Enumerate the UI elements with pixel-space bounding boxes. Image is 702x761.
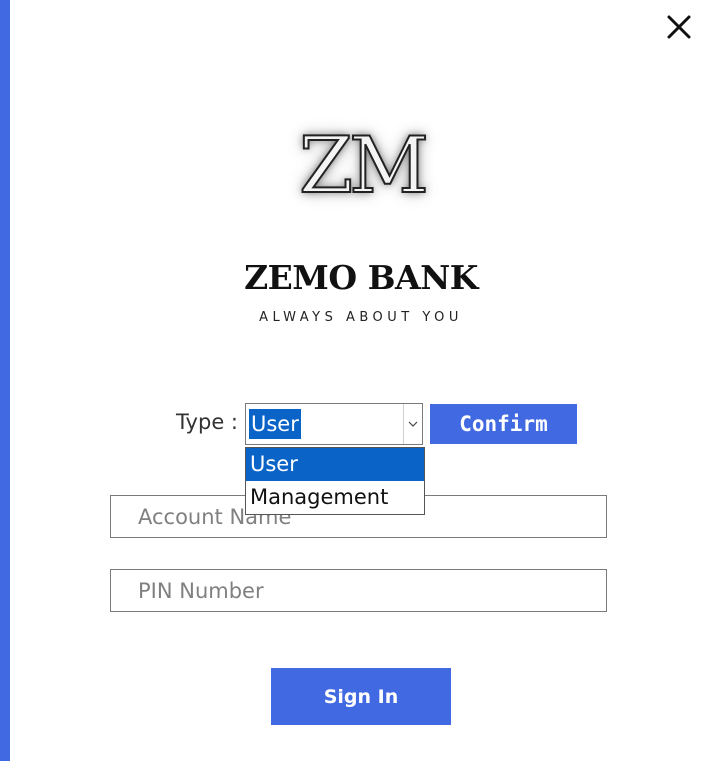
chevron-down-icon bbox=[408, 421, 418, 427]
type-dropdown-list: User Management bbox=[245, 447, 425, 515]
type-label: Type : bbox=[176, 410, 238, 434]
close-icon bbox=[667, 15, 691, 39]
login-window: ZM ZEMO BANK ALWAYS ABOUT YOU Type : Use… bbox=[0, 0, 702, 761]
pin-input[interactable] bbox=[111, 570, 606, 611]
bank-logo: ZM bbox=[298, 121, 430, 211]
dropdown-option-user[interactable]: User bbox=[246, 448, 424, 481]
pin-field[interactable] bbox=[110, 569, 607, 612]
confirm-button[interactable]: Confirm bbox=[430, 404, 577, 444]
dropdown-option-management[interactable]: Management bbox=[246, 481, 424, 514]
type-select-value: User bbox=[249, 409, 301, 439]
type-select[interactable]: User bbox=[245, 403, 423, 445]
bank-tagline: ALWAYS ABOUT YOU bbox=[259, 310, 463, 325]
accent-strip bbox=[0, 0, 10, 761]
bank-name: ZEMO BANK bbox=[244, 258, 478, 297]
type-select-arrow[interactable] bbox=[403, 404, 422, 444]
sign-in-button[interactable]: Sign In bbox=[271, 668, 451, 725]
close-button[interactable] bbox=[662, 10, 696, 44]
